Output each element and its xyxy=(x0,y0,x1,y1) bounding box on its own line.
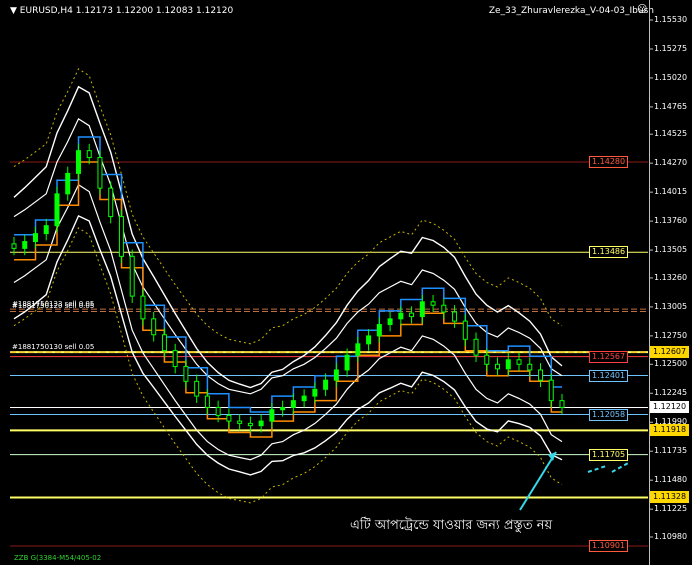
candle-body xyxy=(194,380,200,397)
level-tag: 1.14280 xyxy=(589,156,629,169)
symbol-title: ▼ EURUSD,H4 1.12173 1.12200 1.12083 1.12… xyxy=(10,6,234,16)
price-tick-label: 1.11735 xyxy=(654,446,688,456)
candle-body xyxy=(280,406,286,411)
candle-body xyxy=(366,335,372,345)
candle-body xyxy=(323,379,329,390)
candle-body xyxy=(355,343,361,356)
step-line-blue xyxy=(14,136,562,413)
price-tick-label: 1.11480 xyxy=(654,475,688,485)
price-tick-label: 1.14525 xyxy=(654,129,688,139)
price-tick-label: 1.14765 xyxy=(654,101,688,111)
candle-body xyxy=(183,366,189,382)
envelope-upper xyxy=(13,68,563,345)
price-tick-label: 1.15020 xyxy=(654,72,688,82)
candle-body xyxy=(419,301,425,318)
candle-body xyxy=(140,295,146,320)
candle-body xyxy=(462,320,468,340)
level-tag: 1.11918 xyxy=(650,424,690,437)
candle-body xyxy=(559,400,565,408)
price-tick-label: 1.11225 xyxy=(654,504,688,514)
projection-arrows xyxy=(587,461,631,473)
candle-body xyxy=(75,150,81,174)
candle-body xyxy=(452,311,458,322)
candle-body xyxy=(108,187,114,218)
candle-body xyxy=(32,233,38,243)
price-tick-label: 1.12750 xyxy=(654,330,688,340)
candle-body xyxy=(538,369,544,381)
candle-body xyxy=(65,172,71,195)
price-tick-label: 1.12500 xyxy=(654,359,688,369)
price-tick-label: 1.12245 xyxy=(654,388,688,398)
price-tick-label: 1.14270 xyxy=(654,158,688,168)
candle-body xyxy=(215,406,221,416)
chart-window: ▼ EURUSD,H4 1.12173 1.12200 1.12083 1.12… xyxy=(0,0,692,565)
candle-body xyxy=(516,359,522,365)
candle-body xyxy=(548,379,554,402)
candle-body xyxy=(226,414,232,422)
order-label: #1881750130 sell 0.05 xyxy=(12,343,95,352)
candle-body xyxy=(430,301,436,306)
candle-body xyxy=(22,241,28,249)
level-tag: 1.12607 xyxy=(650,346,690,359)
candle-body xyxy=(333,369,339,381)
annotation-text: এটি আপট্রেন্ডে যাওয়ার জন্য প্রস্তুত নয় xyxy=(350,518,553,533)
price-tick-label: 1.15275 xyxy=(654,43,688,53)
chart-canvas xyxy=(10,19,653,547)
candle-body xyxy=(172,350,178,368)
level-tag: 1.11328 xyxy=(650,491,690,504)
band-upper-outer xyxy=(13,85,563,389)
price-tick-label: 1.14015 xyxy=(654,187,688,197)
candle-body xyxy=(376,324,382,337)
level-tag: 1.11705 xyxy=(589,448,629,461)
candle-body xyxy=(118,216,124,257)
candle-body xyxy=(495,363,501,370)
candle-body xyxy=(269,409,275,422)
order-label: #1881750120 sell 0.05 xyxy=(12,302,95,311)
candle-body xyxy=(204,395,210,408)
level-tag: 1.10901 xyxy=(589,539,629,552)
level-tag: 1.13486 xyxy=(589,246,629,259)
smiley-icon: ☺ xyxy=(637,4,648,15)
candle-body xyxy=(527,363,533,371)
candle-body xyxy=(11,243,17,249)
footer-label: ZZB G(3384-M54/405-02 xyxy=(14,554,102,562)
candle-body xyxy=(505,359,511,370)
candle-body xyxy=(237,420,243,424)
candle-body xyxy=(312,388,318,397)
price-tick-label: 1.13505 xyxy=(654,245,688,255)
indicator-name: Ze_33_Zhuravlerezka_V-04-03_Ibush xyxy=(488,6,654,16)
candle-body xyxy=(344,354,350,371)
level-tag: 1.12058 xyxy=(589,408,629,421)
level-tag: 1.12120 xyxy=(650,401,690,414)
price-tick-label: 1.13760 xyxy=(654,216,688,226)
candle-body xyxy=(290,400,296,408)
candle-body xyxy=(409,312,415,318)
annotation-arrow xyxy=(519,451,557,511)
candle-body xyxy=(54,193,60,227)
candle-body xyxy=(43,225,49,235)
collapse-icon[interactable]: ▼ xyxy=(10,6,20,16)
level-tag: 1.12567 xyxy=(589,350,629,363)
candle-body xyxy=(258,420,264,427)
price-tick-label: 1.10980 xyxy=(654,532,688,541)
candle-body xyxy=(473,338,479,356)
candle-body xyxy=(441,304,447,313)
price-tick-label: 1.15530 xyxy=(654,15,688,24)
candle-body xyxy=(86,150,92,158)
price-tick-label: 1.13260 xyxy=(654,272,688,282)
candle-body xyxy=(387,318,393,326)
candle-body xyxy=(161,334,167,352)
candle-body xyxy=(484,354,490,365)
level-tag: 1.12401 xyxy=(589,369,629,382)
price-tick-label: 1.13005 xyxy=(654,301,688,311)
candle-body xyxy=(151,318,157,336)
candle-body xyxy=(247,422,253,427)
candle-body xyxy=(129,255,135,297)
candle-body xyxy=(301,395,307,402)
candle-body xyxy=(97,156,103,189)
candle-body xyxy=(398,312,404,320)
